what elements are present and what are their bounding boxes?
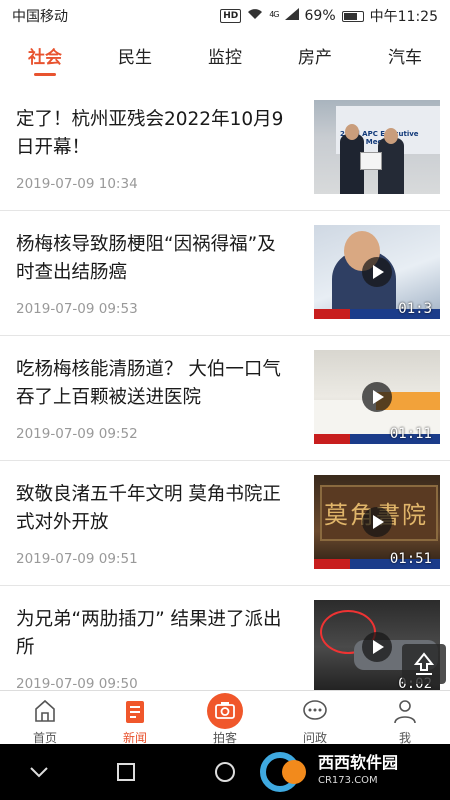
arrow-up-icon: [414, 652, 434, 675]
back-icon[interactable]: [28, 761, 50, 787]
signal-icon: [284, 8, 299, 24]
news-item[interactable]: 吃杨梅核能清肠道？ 大伯一口气吞了上百颗被送进医院 2019-07-09 09:…: [0, 336, 450, 461]
carrier-label: 中国移动: [12, 9, 68, 25]
watermark-url: CR173.COM: [318, 775, 378, 786]
news-thumbnail: 22nd APC Executive Board Meeting: [314, 100, 440, 194]
nav-wenzheng[interactable]: 问政: [270, 691, 360, 745]
tab-jiankong[interactable]: 监控: [180, 32, 270, 84]
news-date: 2019-07-09 09:52: [16, 426, 138, 442]
news-date: 2019-07-09 09:50: [16, 676, 138, 690]
news-item[interactable]: 致敬良渚五千年文明 莫角书院正式对外开放 2019-07-09 09:51 莫角…: [0, 461, 450, 586]
nav-news[interactable]: 新闻: [90, 691, 180, 745]
network-type-label: 4G: [269, 10, 279, 19]
watermark: 西西软件园 CR173.COM: [258, 748, 450, 796]
tab-shehui[interactable]: 社会: [0, 32, 90, 84]
news-thumbnail: 01:11: [314, 350, 440, 444]
home-icon: [31, 697, 59, 729]
video-duration: 01:51: [389, 551, 432, 567]
video-duration: 01:3: [398, 301, 432, 317]
hd-badge: HD: [220, 9, 242, 23]
news-title: 为兄弟“两肋插刀” 结果进了派出所: [16, 609, 282, 658]
tab-minsheng[interactable]: 民生: [90, 32, 180, 84]
nav-paike[interactable]: 拍客: [180, 691, 270, 745]
video-duration: 01:11: [389, 426, 432, 442]
news-title: 杨梅核导致肠梗阻“因祸得福”及时查出结肠癌: [16, 234, 276, 283]
news-thumbnail: 01:3: [314, 225, 440, 319]
recent-apps-icon[interactable]: [115, 761, 137, 787]
news-date: 2019-07-09 10:34: [16, 176, 138, 192]
battery-icon: [341, 10, 364, 22]
watermark-text: 西西软件园 CR173.COM: [318, 754, 398, 790]
news-item[interactable]: 为兄弟“两肋插刀” 结果进了派出所 2019-07-09 09:50 0:02: [0, 586, 450, 690]
news-title: 吃杨梅核能清肠道？ 大伯一口气吞了上百颗被送进医院: [16, 359, 281, 408]
tab-fangchan[interactable]: 房产: [270, 32, 360, 84]
news-date: 2019-07-09 09:51: [16, 551, 138, 567]
camera-icon: [207, 693, 243, 729]
status-bar: 中国移动 HD 4G 69% 中午11:25: [0, 0, 450, 32]
back-to-top-button[interactable]: [402, 644, 446, 684]
nav-home[interactable]: 首页: [0, 691, 90, 745]
news-title: 致敬良渚五千年文明 莫角书院正式对外开放: [16, 484, 281, 533]
user-icon: [391, 697, 419, 729]
play-icon[interactable]: [362, 632, 392, 662]
news-list: 定了！杭州亚残会2022年10月9日开幕！ 2019-07-09 10:34 2…: [0, 86, 450, 690]
chat-icon: [301, 697, 329, 729]
news-date: 2019-07-09 09:53: [16, 301, 138, 317]
clock: 中午11:25: [369, 9, 438, 25]
watermark-logo-icon: [258, 750, 318, 794]
status-indicators: HD 4G 69% 中午11:25: [220, 6, 438, 26]
news-title: 定了！杭州亚残会2022年10月9日开幕！: [16, 109, 284, 158]
news-thumbnail: 莫角書院 01:51: [314, 475, 440, 569]
battery-percent: 69%: [304, 8, 336, 24]
tab-qiche[interactable]: 汽车: [360, 32, 450, 84]
play-icon[interactable]: [362, 382, 392, 412]
bottom-nav: 首页 新闻 拍客 问政 我: [0, 690, 450, 745]
news-item[interactable]: 定了！杭州亚残会2022年10月9日开幕！ 2019-07-09 10:34 2…: [0, 86, 450, 211]
news-icon: [121, 697, 149, 729]
watermark-name: 西西软件园: [318, 753, 399, 772]
home-circle-icon[interactable]: [214, 761, 236, 787]
play-icon[interactable]: [362, 257, 392, 287]
wifi-icon: [247, 8, 263, 24]
news-item[interactable]: 杨梅核导致肠梗阻“因祸得福”及时查出结肠癌 2019-07-09 09:53 0…: [0, 211, 450, 336]
system-nav-bar: 西西软件园 CR173.COM: [0, 744, 450, 800]
category-tabs: 社会 民生 监控 房产 汽车: [0, 32, 450, 84]
nav-me[interactable]: 我: [360, 691, 450, 745]
play-icon[interactable]: [362, 507, 392, 537]
